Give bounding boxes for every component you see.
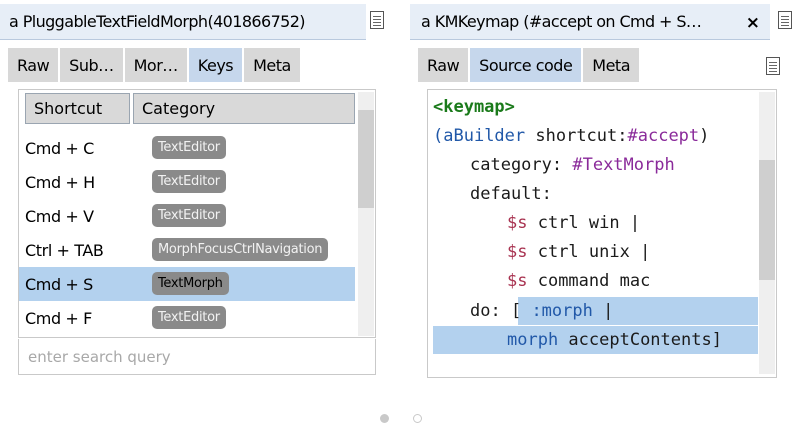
code-line: category: #TextMorph [470,150,675,179]
tab-morph[interactable]: Mor… [124,48,187,82]
category-badge: TextEditor [152,136,226,159]
code-token: [ [510,300,532,321]
tab-meta[interactable]: Meta [244,48,300,82]
code-line: morph acceptContents] [507,325,722,354]
table-scrollbar[interactable] [358,92,374,336]
left-pane-title: a PluggableTextFieldMorph(401866752) [9,12,305,31]
code-token: $s [507,212,528,233]
page-dot[interactable] [413,414,422,423]
pager [0,414,792,426]
tab-meta[interactable]: Meta [583,48,640,82]
code-scroll-thumb[interactable] [759,160,775,280]
code-line: $s ctrl win | [507,208,640,237]
table-scroll-thumb[interactable] [358,110,374,208]
category-badge: TextMorph [152,272,229,295]
page-dot-active[interactable] [380,414,389,423]
shortcut-cell: Cmd + S [25,274,93,294]
right-title-bar[interactable]: a KMKeymap (#accept on Cmd + S… × [410,4,770,40]
code-token: aBuilder [443,125,526,146]
right-pane-title: a KMKeymap (#accept on Cmd + S… [421,12,702,31]
code-token: do: [470,300,511,321]
table-row[interactable]: Cmd + V TextEditor [19,199,355,233]
category-badge: TextEditor [152,204,226,227]
document-icon[interactable] [766,57,780,75]
code-line: $s command mac [507,266,650,295]
category-badge: MorphFocusCtrlNavigation [152,238,329,261]
code-line: do: [ :morph | [470,296,613,325]
tab-keys[interactable]: Keys [188,48,243,82]
code-token: ctrl unix | [527,241,651,262]
code-token: ( [433,125,444,146]
column-header-category[interactable]: Category [133,93,355,124]
code-token: morph [507,329,559,350]
table-row[interactable]: Cmd + F TextEditor [19,301,355,335]
code-token: #accept [627,125,700,146]
document-icon[interactable] [370,11,384,29]
code-scrollbar[interactable] [759,92,775,374]
table-row[interactable]: Ctrl + TAB MorphFocusCtrlNavigation [19,233,355,267]
code-token: $s [507,270,528,291]
tab-source-code[interactable]: Source code [470,48,582,82]
category-badge: TextEditor [152,170,226,193]
code-token: command mac [527,270,651,291]
code-line: default: [470,179,552,208]
table-row[interactable]: Cmd + H TextEditor [19,165,355,199]
column-header-shortcut[interactable]: Shortcut [25,93,130,124]
tab-sub[interactable]: Sub… [60,48,123,82]
table-row-selected[interactable]: Cmd + S TextMorph [19,267,355,301]
tab-raw[interactable]: Raw [8,48,59,82]
tab-raw[interactable]: Raw [418,48,469,82]
source-code-editor[interactable]: <keymap> (aBuilder shortcut: #accept) cat… [427,89,777,378]
code-line: <keymap> [433,92,515,121]
search-input[interactable] [28,347,348,366]
close-icon[interactable]: × [746,13,760,33]
pragma-keymap: <keymap> [433,96,515,117]
shortcut-cell: Cmd + C [25,138,94,158]
code-token: default: [470,183,552,204]
search-box [18,339,376,375]
shortcut-cell: Cmd + F [25,308,92,328]
code-token: | [592,300,614,321]
document-icon[interactable] [778,11,792,29]
table-header: Shortcut Category [25,93,355,124]
code-token: acceptContents] [558,329,722,350]
shortcut-cell: Cmd + H [25,172,95,192]
code-line: (aBuilder shortcut: #accept) [433,121,709,150]
code-token: $s [507,241,528,262]
shortcut-cell: Ctrl + TAB [25,240,104,260]
left-tabs: Raw Sub… Mor… Keys Meta [8,48,302,82]
category-badge: TextEditor [152,306,226,329]
shortcuts-table: Shortcut Category Cmd + C TextEditor Cmd… [18,89,376,338]
code-token: ) [699,125,710,146]
code-token: #TextMorph [572,154,675,175]
code-token: ctrl win | [527,212,641,233]
shortcut-cell: Cmd + V [25,206,94,226]
code-token: :morph [531,300,593,321]
code-token: category: [470,154,573,175]
code-line: $s ctrl unix | [507,237,650,266]
right-tabs: Raw Source code Meta [418,48,641,82]
table-row[interactable]: Cmd + C TextEditor [19,131,355,165]
left-title-bar[interactable]: a PluggableTextFieldMorph(401866752) [0,4,366,40]
code-token: shortcut: [525,125,628,146]
